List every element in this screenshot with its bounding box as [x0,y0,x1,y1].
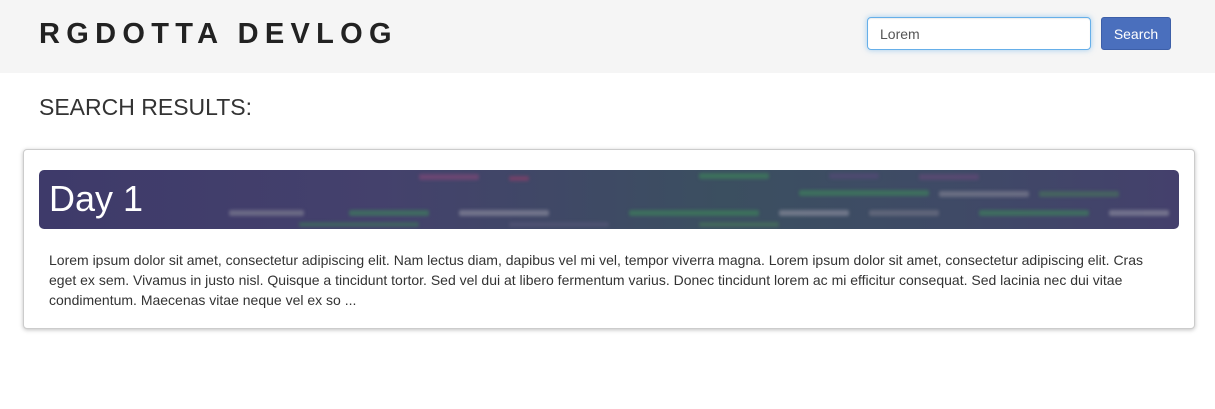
result-banner[interactable]: Day 1 [39,170,1179,229]
result-excerpt: Lorem ipsum dolor sit amet, consectetur … [49,252,1144,308]
search-button[interactable]: Search [1101,17,1171,50]
site-title[interactable]: RGDOTTA DEVLOG [39,17,398,51]
search-input[interactable] [867,17,1091,50]
banner-code-background [229,173,1169,227]
result-title[interactable]: Day 1 [49,178,143,220]
result-card: Day 1 Lorem ipsum dolor sit amet, consec… [23,149,1195,329]
navbar: RGDOTTA DEVLOG Search [0,0,1215,73]
search-results-heading: SEARCH RESULTS: [39,94,253,120]
